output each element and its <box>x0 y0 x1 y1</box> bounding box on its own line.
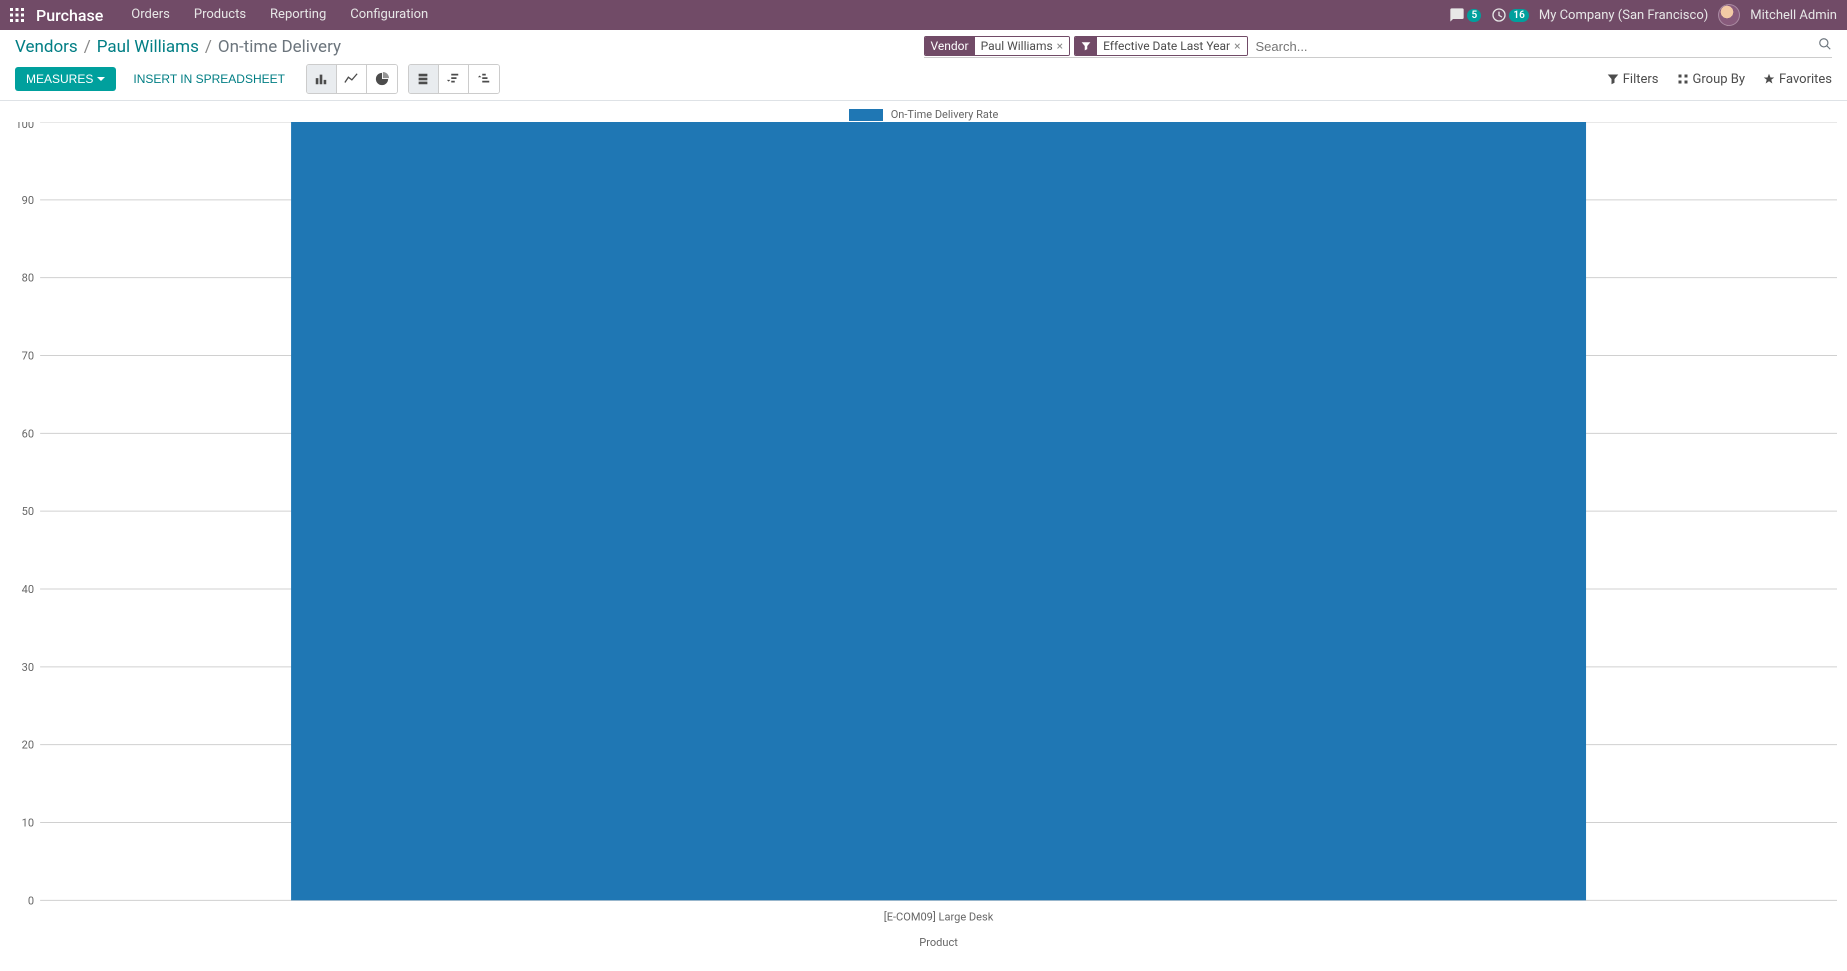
top-navbar: Purchase Orders Products Reporting Confi… <box>0 0 1847 30</box>
nav-reporting[interactable]: Reporting <box>260 0 336 30</box>
groupby-dropdown[interactable]: Group By <box>1677 72 1746 87</box>
groupby-label: Group By <box>1693 72 1746 87</box>
search-bar[interactable]: Vendor Paul Williams × Effective Date La… <box>924 36 1833 58</box>
ytick-label: 80 <box>22 272 34 285</box>
breadcrumb: Vendors / Paul Williams / On-time Delive… <box>15 37 341 57</box>
ytick-label: 20 <box>22 739 34 752</box>
filters-dropdown[interactable]: Filters <box>1607 72 1659 87</box>
ytick-label: 90 <box>22 194 34 207</box>
measures-label: Measures <box>26 72 93 86</box>
company-switcher[interactable]: My Company (San Francisco) <box>1539 8 1708 23</box>
user-name: Mitchell Admin <box>1750 8 1837 23</box>
chevron-down-icon <box>97 77 105 81</box>
legend-label: On-Time Delivery Rate <box>891 108 999 121</box>
search-chip-filter[interactable]: Effective Date Last Year × <box>1074 36 1247 56</box>
chart-legend[interactable]: On-Time Delivery Rate <box>10 105 1837 122</box>
chart-svg: 0 10 20 30 40 50 60 70 80 90 100 [E-COM0… <box>10 122 1837 961</box>
apps-icon[interactable] <box>10 8 24 22</box>
breadcrumb-vendor-name[interactable]: Paul Williams <box>97 37 199 57</box>
ytick-label: 50 <box>22 505 34 518</box>
chip-value: Effective Date Last Year × <box>1097 37 1246 55</box>
ytick-label: 60 <box>22 427 34 440</box>
line-chart-button[interactable] <box>337 65 367 93</box>
stack-sort-toggle <box>408 64 500 94</box>
favorites-label: Favorites <box>1779 72 1832 87</box>
breadcrumb-current: On-time Delivery <box>218 37 341 57</box>
chart-bar[interactable] <box>291 122 1586 900</box>
bar-chart-button[interactable] <box>307 65 337 93</box>
filters-label: Filters <box>1623 72 1659 87</box>
insert-spreadsheet-button[interactable]: Insert in Spreadsheet <box>122 67 296 91</box>
messages-icon[interactable]: 5 <box>1449 7 1481 23</box>
chart-type-toggle <box>306 64 398 94</box>
favorites-dropdown[interactable]: Favorites <box>1763 72 1832 87</box>
ytick-label: 70 <box>22 350 34 363</box>
sort-desc-button[interactable] <box>439 65 469 93</box>
search-icon[interactable] <box>1818 37 1832 55</box>
close-icon[interactable]: × <box>1057 40 1063 52</box>
chip-value: Paul Williams × <box>975 37 1070 55</box>
ytick-label: 10 <box>22 817 34 830</box>
chart-container: On-Time Delivery Rate 0 10 20 30 40 50 6… <box>0 101 1847 971</box>
measures-button[interactable]: Measures <box>15 67 116 91</box>
app-brand[interactable]: Purchase <box>36 6 103 25</box>
breadcrumb-sep: / <box>84 37 91 57</box>
control-panel-row-2: Measures Insert in Spreadsheet <box>0 60 1847 100</box>
activities-icon[interactable]: 16 <box>1491 7 1528 23</box>
chip-key: Vendor <box>925 37 975 55</box>
nav-products[interactable]: Products <box>184 0 256 30</box>
control-panel: Vendors / Paul Williams / On-time Delive… <box>0 30 1847 101</box>
nav-configuration[interactable]: Configuration <box>340 0 438 30</box>
stacked-button[interactable] <box>409 65 439 93</box>
ytick-label: 100 <box>15 122 34 131</box>
ytick-label: 30 <box>22 661 34 674</box>
chart-plot-area: 0 10 20 30 40 50 60 70 80 90 100 [E-COM0… <box>10 122 1837 961</box>
nav-orders[interactable]: Orders <box>121 0 180 30</box>
breadcrumb-vendors[interactable]: Vendors <box>15 37 78 57</box>
chip-value-text: Paul Williams <box>981 39 1053 53</box>
pie-chart-button[interactable] <box>367 65 397 93</box>
messages-badge: 5 <box>1467 9 1481 22</box>
top-navbar-left: Purchase Orders Products Reporting Confi… <box>10 0 438 30</box>
activities-badge: 16 <box>1509 9 1528 22</box>
close-icon[interactable]: × <box>1234 40 1240 52</box>
top-navbar-right: 5 16 My Company (San Francisco) Mitchell… <box>1449 4 1837 26</box>
user-menu[interactable]: Mitchell Admin <box>1718 4 1837 26</box>
x-axis-label: Product <box>919 936 958 949</box>
search-chip-vendor[interactable]: Vendor Paul Williams × <box>924 36 1071 56</box>
control-panel-tools: Filters Group By Favorites <box>1607 72 1832 87</box>
control-panel-row-1: Vendors / Paul Williams / On-time Delive… <box>0 30 1847 60</box>
xtick-label: [E-COM09] Large Desk <box>884 911 994 924</box>
chip-value-text: Effective Date Last Year <box>1103 39 1230 53</box>
ytick-label: 40 <box>22 583 34 596</box>
search-input[interactable] <box>1252 37 1814 56</box>
filter-icon <box>1075 37 1097 55</box>
sort-asc-button[interactable] <box>469 65 499 93</box>
ytick-label: 0 <box>28 894 34 907</box>
breadcrumb-sep: / <box>205 37 212 57</box>
avatar <box>1718 4 1740 26</box>
legend-swatch <box>849 109 883 121</box>
